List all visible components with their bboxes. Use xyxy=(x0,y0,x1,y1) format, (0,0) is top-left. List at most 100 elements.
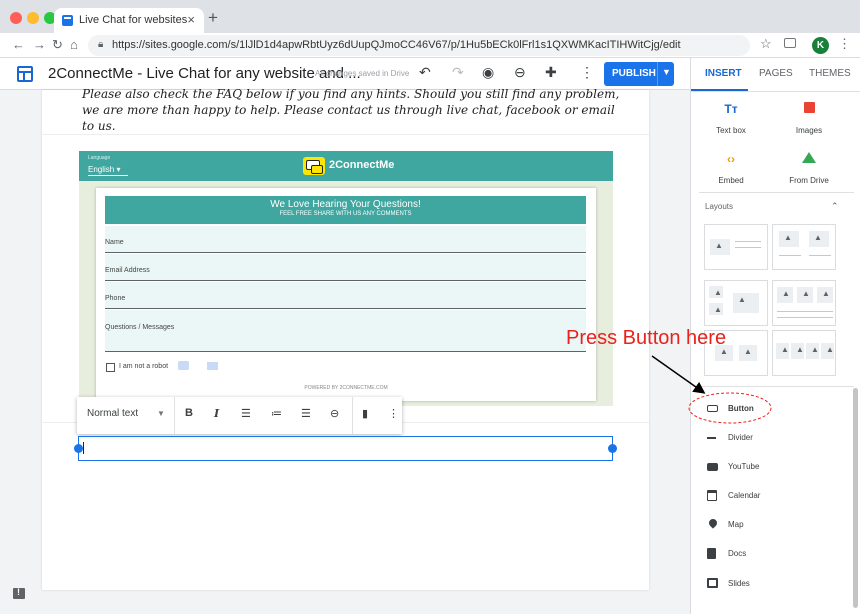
feedback-icon[interactable] xyxy=(13,587,25,599)
layout-image-icon xyxy=(709,286,723,298)
chat-header: Language English ▾ 2ConnectMe xyxy=(79,151,613,181)
link-icon[interactable]: ⊖ xyxy=(514,64,526,81)
layout-image-icon xyxy=(809,231,829,247)
docs-icon xyxy=(707,548,716,559)
field-label: Questions / Messages xyxy=(105,324,175,331)
name-field[interactable]: Name xyxy=(105,226,586,253)
more-options-icon[interactable]: ⋮ xyxy=(580,64,594,81)
minimize-window-button[interactable] xyxy=(27,12,39,24)
new-tab-button[interactable]: + xyxy=(208,8,218,28)
chevron-down-icon[interactable]: ▼ xyxy=(157,409,165,418)
tab-close-icon[interactable]: × xyxy=(187,12,195,27)
intro-paragraph[interactable]: Please also check the FAQ below if you f… xyxy=(82,86,622,134)
button-icon xyxy=(707,405,718,412)
tab-pages[interactable]: PAGES xyxy=(759,68,793,79)
publish-dropdown-icon[interactable]: ▼ xyxy=(662,67,671,77)
layout-option-1[interactable] xyxy=(704,224,768,270)
selected-text-box[interactable] xyxy=(74,436,617,461)
insert-docs[interactable]: Docs xyxy=(703,546,843,564)
field-label: Email Address xyxy=(105,267,150,274)
insert-divider[interactable]: Divider xyxy=(703,430,843,448)
layout-image-icon xyxy=(776,343,789,359)
language-select[interactable]: English ▾ xyxy=(88,165,128,176)
home-icon[interactable]: ⌂ xyxy=(70,37,78,52)
layout-image-icon xyxy=(821,343,834,359)
insert-youtube[interactable]: YouTube xyxy=(703,459,843,477)
chevron-down-icon: ▾ xyxy=(116,165,121,174)
link-icon[interactable]: ⊖ xyxy=(330,407,339,420)
bulleted-list-icon[interactable]: ☰ xyxy=(301,407,311,420)
insert-from-drive[interactable]: From Drive xyxy=(769,152,849,185)
message-field[interactable]: Questions / Messages xyxy=(105,310,586,352)
phone-field[interactable]: Phone xyxy=(105,282,586,309)
insert-map[interactable]: Map xyxy=(703,517,843,535)
forward-arrow-icon[interactable]: → xyxy=(33,37,46,52)
layout-image-icon xyxy=(777,287,793,303)
insert-calendar[interactable]: Calendar xyxy=(703,488,843,506)
layout-option-2[interactable] xyxy=(772,224,836,270)
drive-icon xyxy=(769,152,849,170)
browser-menu-icon[interactable]: ⋮ xyxy=(838,36,851,52)
layout-option-3[interactable] xyxy=(704,280,768,326)
chat-bubble-icon[interactable] xyxy=(178,361,189,370)
publish-button[interactable]: PUBLISH ▼ xyxy=(604,62,674,86)
publish-label: PUBLISH xyxy=(612,68,656,79)
layout-image-icon xyxy=(739,345,757,361)
more-options-icon[interactable]: ⋮ xyxy=(388,407,399,420)
email-field[interactable]: Email Address xyxy=(105,254,586,281)
tab-insert[interactable]: INSERT xyxy=(705,68,742,79)
insert-button[interactable]: Button xyxy=(703,401,843,419)
browser-tab[interactable]: Live Chat for websites × xyxy=(54,8,204,33)
layout-option-4[interactable] xyxy=(772,280,836,326)
collapse-icon[interactable]: ⌃ xyxy=(831,201,839,212)
paragraph-style-select[interactable]: Normal text xyxy=(87,408,138,419)
add-person-icon[interactable]: ✚ xyxy=(545,64,557,81)
sites-logo-icon[interactable] xyxy=(17,66,33,82)
text-format-toolbar: Normal text ▼ B I ☰ ≔ ☰ ⊖ ▮ ⋮ xyxy=(77,397,402,434)
section-boundary xyxy=(42,134,649,135)
resize-handle-right[interactable] xyxy=(608,444,617,453)
layout-image-icon xyxy=(733,293,759,313)
page-canvas: Please also check the FAQ below if you f… xyxy=(42,87,649,590)
text-cursor xyxy=(83,442,84,454)
insert-tile-label: Images xyxy=(795,126,823,135)
language-value: English xyxy=(88,165,115,174)
layout-option-6[interactable] xyxy=(772,330,836,376)
redo-icon[interactable]: ↷ xyxy=(452,64,464,81)
component-label: Divider xyxy=(728,433,753,442)
omnibox[interactable]: 🔒︎ https://sites.google.com/s/1lJlD1d4ap… xyxy=(88,35,750,56)
captcha-checkbox[interactable] xyxy=(106,363,115,372)
image-icon xyxy=(769,102,849,120)
undo-icon[interactable]: ↶ xyxy=(419,64,431,81)
back-arrow-icon[interactable]: ← xyxy=(12,37,25,52)
tab-divider xyxy=(691,91,860,92)
close-window-button[interactable] xyxy=(10,12,22,24)
section-divider xyxy=(699,386,854,387)
insert-slides[interactable]: Slides xyxy=(703,576,843,594)
profile-avatar[interactable]: K xyxy=(812,37,829,54)
layout-text-line xyxy=(735,247,761,248)
url-text[interactable]: https://sites.google.com/s/1lJlD1d4apwRb… xyxy=(112,39,681,51)
panel-scrollbar[interactable] xyxy=(853,388,858,608)
layout-text-line xyxy=(777,311,833,312)
cast-icon[interactable] xyxy=(784,38,796,48)
live-chat-embed[interactable]: Language English ▾ 2ConnectMe We Love He… xyxy=(79,151,613,406)
layout-image-icon xyxy=(779,231,799,247)
mail-icon[interactable] xyxy=(207,362,218,370)
preview-eye-icon[interactable]: ◉ xyxy=(482,64,494,81)
reload-icon[interactable]: ↻ xyxy=(52,37,63,53)
resize-handle-left[interactable] xyxy=(74,444,83,453)
insert-embed[interactable]: ‹› Embed xyxy=(691,152,771,185)
banner-title: We Love Hearing Your Questions! xyxy=(270,199,421,210)
tab-themes[interactable]: THEMES xyxy=(809,68,851,79)
bold-icon[interactable]: B xyxy=(185,407,193,419)
site-title[interactable]: 2ConnectMe - Live Chat for any website a… xyxy=(48,65,361,82)
layout-image-icon xyxy=(817,287,833,303)
insert-images[interactable]: Images xyxy=(769,102,849,135)
insert-text-box[interactable]: Tт Text box xyxy=(691,102,771,135)
delete-icon[interactable]: ▮ xyxy=(362,407,368,420)
bookmark-star-icon[interactable]: ☆ xyxy=(760,36,772,52)
numbered-list-icon[interactable]: ≔ xyxy=(271,407,282,420)
italic-icon[interactable]: I xyxy=(214,407,219,420)
align-icon[interactable]: ☰ xyxy=(241,407,251,420)
